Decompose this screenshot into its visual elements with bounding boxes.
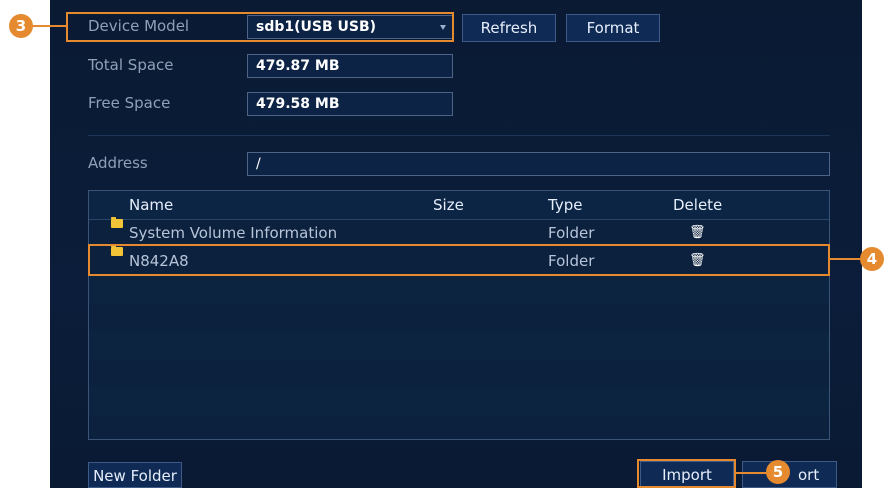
table-header: Name Size Type Delete [89, 191, 829, 220]
callout-badge-4: 4 [860, 247, 884, 271]
folder-icon [111, 217, 123, 228]
address-input[interactable]: / [247, 152, 830, 176]
callout-leader-3 [32, 25, 68, 27]
address-label: Address [88, 154, 148, 172]
table-row[interactable]: System Volume Information Folder 🗑 [89, 217, 829, 247]
chevron-down-icon [440, 25, 446, 30]
divider [88, 135, 830, 136]
device-model-label: Device Model [88, 17, 190, 35]
column-header-size: Size [433, 196, 464, 214]
column-header-name: Name [129, 196, 174, 214]
total-space-field: 479.87 MB [247, 54, 453, 78]
callout-badge-5: 5 [766, 460, 790, 484]
column-header-type: Type [548, 196, 583, 214]
empty-row [89, 275, 829, 303]
device-model-select[interactable]: sdb1(USB USB) [247, 15, 453, 39]
callout-badge-3: 3 [9, 14, 33, 38]
callout-leader-4 [830, 258, 860, 260]
total-space-label: Total Space [88, 56, 174, 74]
device-model-value: sdb1(USB USB) [256, 19, 377, 35]
import-button[interactable]: Import [640, 461, 734, 488]
callout-leader-5 [735, 472, 767, 474]
trash-icon[interactable]: 🗑 [689, 247, 706, 275]
refresh-button[interactable]: Refresh [462, 14, 556, 42]
trash-icon[interactable]: 🗑 [689, 219, 706, 247]
column-header-delete: Delete [673, 196, 723, 214]
new-folder-button[interactable]: New Folder [88, 462, 182, 488]
table-row[interactable]: N842A8 Folder 🗑 [89, 245, 829, 275]
folder-icon [111, 245, 123, 256]
row-name: System Volume Information [129, 224, 338, 242]
empty-row [89, 331, 829, 359]
free-space-label: Free Space [88, 94, 171, 112]
free-space-field: 479.58 MB [247, 92, 453, 116]
empty-row [89, 387, 829, 415]
row-name: N842A8 [129, 252, 189, 270]
row-type: Folder [548, 252, 595, 270]
file-table: Name Size Type Delete System Volume Info… [88, 190, 830, 440]
format-button[interactable]: Format [566, 14, 660, 42]
row-type: Folder [548, 224, 595, 242]
